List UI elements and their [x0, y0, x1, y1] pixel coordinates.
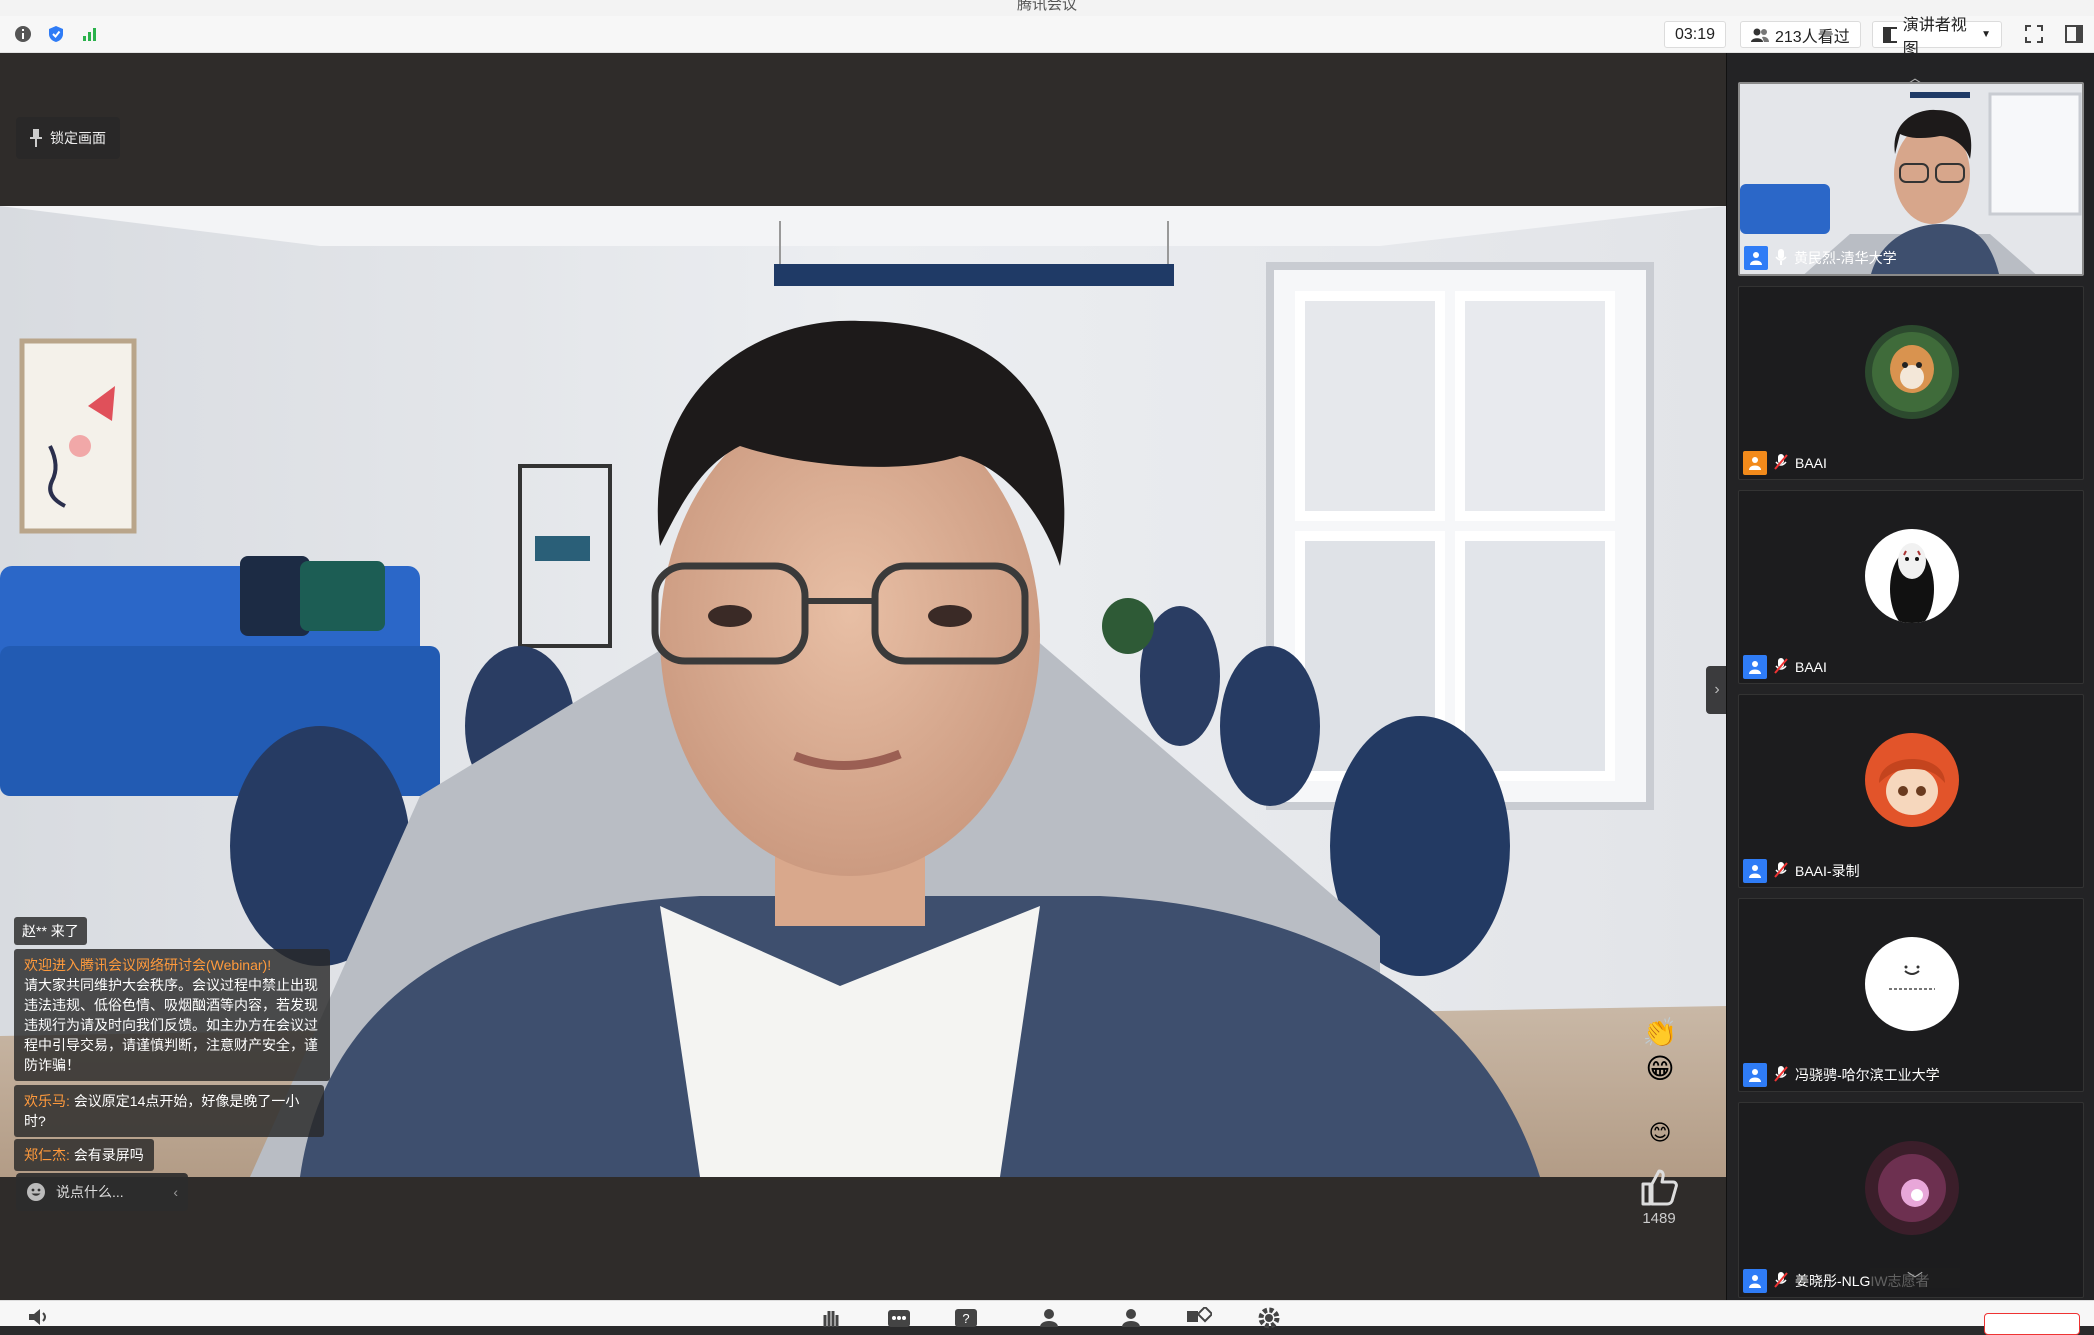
participant-label: 黄民烈-清华大学 — [1744, 246, 1897, 270]
chat-input-placeholder: 说点什么... — [56, 1184, 124, 1200]
welcome-title: 欢迎进入腾讯会议网络研讨会(Webinar)! — [24, 957, 272, 973]
participant-tile[interactable]: 黄民烈-清华大学 — [1738, 82, 2084, 276]
gear-icon[interactable] — [1256, 1307, 1282, 1329]
participant-name: 黄民烈-清华大学 — [1794, 250, 1897, 266]
participant-tile[interactable]: BAAI — [1738, 286, 2084, 480]
chat-message: 欢乐马: 会议原定14点开始，好像是晚了一小时? — [14, 1085, 324, 1137]
chevron-left-icon[interactable]: ‹ — [173, 1184, 178, 1200]
smile-reaction-icon[interactable]: 😊 — [1638, 1120, 1682, 1146]
sidebar-toggle-icon[interactable] — [2064, 24, 2084, 44]
participant-name: BAAI — [1795, 659, 1827, 675]
chat-input[interactable]: 说点什么... ‹ — [16, 1173, 188, 1211]
chat-message: 郑仁杰: 会有录屏吗 — [14, 1139, 154, 1171]
participant-name: BAAI-录制 — [1795, 863, 1860, 879]
attendee-icon — [1743, 859, 1767, 883]
info-icon[interactable] — [13, 24, 33, 44]
microphone-icon — [1774, 248, 1788, 269]
pin-icon — [30, 129, 42, 147]
mic-muted-icon — [1773, 453, 1789, 474]
svg-text:?: ? — [962, 1311, 969, 1326]
apps-icon[interactable] — [1186, 1307, 1212, 1327]
avatar — [1865, 1141, 1959, 1235]
participant-tile[interactable]: BAAI-录制 — [1738, 694, 2084, 888]
fullscreen-icon[interactable] — [2024, 24, 2044, 44]
emoji-icon[interactable] — [26, 1182, 46, 1202]
viewers-count: 213人看过 — [1775, 28, 1850, 46]
chevron-right-icon: › — [1714, 681, 1720, 698]
window-titlebar: 腾讯会议 — [0, 0, 2094, 16]
meeting-timer: 03:19 — [1664, 21, 1727, 48]
raise-hand-icon[interactable] — [818, 1307, 844, 1327]
avatar — [1865, 733, 1959, 827]
participant-name: BAAI — [1795, 455, 1827, 471]
host-icon — [1743, 451, 1767, 475]
join-notice-text: 赵** 来了 — [22, 923, 79, 939]
like-count: 1489 — [1642, 1210, 1676, 1227]
join-notice: 赵** 来了 — [14, 917, 87, 945]
signal-strength-icon[interactable] — [80, 24, 100, 44]
like-button[interactable]: 1489 — [1626, 1168, 1692, 1227]
timer-text: 03:19 — [1675, 25, 1716, 43]
collapse-sidebar-button[interactable]: › — [1706, 666, 1728, 714]
top-toolbar: 03:19 213人看过 演讲者视图 ▼ — [0, 16, 2094, 58]
people-icon — [1751, 28, 1769, 42]
shield-icon[interactable] — [46, 24, 66, 44]
participant-label: BAAI — [1743, 655, 1827, 679]
participant-label: 冯骁骋-哈尔滨工业大学 — [1743, 1063, 1940, 1087]
lock-view-button[interactable]: 锁定画面 — [16, 117, 120, 159]
leave-meeting-button[interactable] — [1984, 1313, 2080, 1335]
clap-reaction-icon[interactable]: 👏 — [1638, 1016, 1682, 1049]
bottom-toolbar: ? — [0, 1300, 2094, 1335]
speaker-icon[interactable] — [26, 1307, 52, 1327]
mic-muted-icon — [1773, 1065, 1789, 1086]
main-stage: 锁定画面 👏 😁 😊 赵** 来了 欢迎进入腾讯会议网络研讨会(Webinar)… — [0, 53, 1726, 1300]
view-mode-label: 演讲者视图 — [1902, 16, 1967, 58]
chat-sender: 欢乐马: — [24, 1093, 70, 1109]
attendee-icon — [1743, 655, 1767, 679]
participant-label: BAAI-录制 — [1743, 859, 1860, 883]
qa-icon[interactable]: ? — [953, 1307, 979, 1327]
member-icon[interactable] — [1036, 1307, 1062, 1327]
participant-tile[interactable]: BAAI — [1738, 490, 2084, 684]
attendee-icon — [1743, 1063, 1767, 1087]
scroll-down-button[interactable]: ﹀ — [1870, 1268, 1960, 1289]
chat-icon[interactable] — [886, 1307, 912, 1327]
avatar — [1865, 529, 1959, 623]
avatar — [1865, 937, 1959, 1031]
chevron-down-icon: ▼ — [1981, 29, 1991, 40]
attendee-icon — [1743, 1269, 1767, 1293]
viewers-button[interactable]: 213人看过 — [1740, 21, 1861, 48]
window-title: 腾讯会议 — [1016, 0, 1077, 13]
attendee-icon — [1744, 246, 1768, 270]
chat-text: 会有录屏吗 — [73, 1147, 144, 1163]
thumbs-up-icon — [1641, 1169, 1678, 1206]
layout-icon — [1883, 26, 1897, 43]
mic-muted-icon — [1773, 657, 1789, 678]
participant-name: 冯骁骋-哈尔滨工业大学 — [1795, 1067, 1940, 1083]
lock-view-label: 锁定画面 — [50, 130, 106, 146]
chevron-down-icon: ﹀ — [1906, 1272, 1923, 1289]
participant-tile[interactable]: 冯骁骋-哈尔滨工业大学 — [1738, 898, 2084, 1092]
avatar — [1865, 325, 1959, 419]
chat-welcome-message: 欢迎进入腾讯会议网络研讨会(Webinar)! 请大家共同维护大会秩序。会议过程… — [14, 949, 330, 1081]
mic-muted-icon — [1773, 1271, 1789, 1292]
view-mode-dropdown[interactable]: 演讲者视图 ▼ — [1872, 17, 2002, 58]
grin-reaction-icon[interactable]: 😁 — [1638, 1052, 1682, 1085]
chat-sender: 郑仁杰: — [24, 1147, 70, 1163]
mic-muted-icon — [1773, 861, 1789, 882]
welcome-body: 请大家共同维护大会秩序。会议过程中禁止出现违法违规、低俗色情、吸烟酗酒等内容，若… — [24, 977, 318, 1073]
participant-label: BAAI — [1743, 451, 1827, 475]
member-list-icon[interactable] — [1118, 1307, 1144, 1327]
